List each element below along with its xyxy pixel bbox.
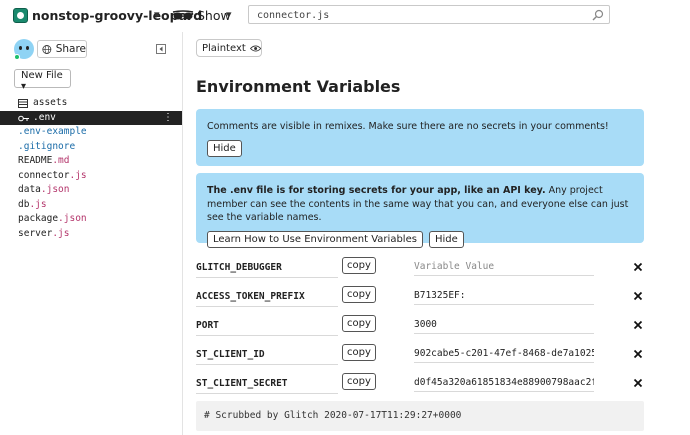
copy-button[interactable]: copy: [342, 344, 376, 361]
file-extension: .js: [52, 227, 70, 239]
file-name: connector: [18, 169, 70, 181]
project-menu-chevron-down-icon[interactable]: ▾: [154, 8, 160, 21]
env-notice-text: The .env file is for storing secrets for…: [207, 184, 633, 225]
env-variable-value-input[interactable]: [414, 345, 594, 363]
env-variable-name[interactable]: GLITCH_DEBUGGER: [196, 262, 338, 278]
file-item-package[interactable]: package.json: [0, 212, 182, 227]
env-variable-row: ST_CLIENT_ID copy: [196, 341, 644, 370]
sunglasses-icon[interactable]: [172, 8, 194, 22]
sidebar: Share New File ▾ assets .env ⋮ .env-exam…: [0, 32, 183, 435]
remove-variable-icon[interactable]: [633, 320, 643, 330]
file-name: server: [18, 227, 53, 239]
scrub-comment: # Scrubbed by Glitch 2020-07-17T11:29:27…: [196, 401, 644, 431]
file-item-server[interactable]: server.js: [0, 227, 182, 242]
env-editor: Plaintext Environment Variables Comments…: [184, 32, 690, 435]
globe-icon: [42, 44, 52, 54]
hide-comments-notice-button[interactable]: Hide: [207, 139, 242, 157]
copy-button[interactable]: copy: [342, 286, 376, 303]
file-item-connector[interactable]: connector.js: [0, 169, 182, 184]
file-item-db[interactable]: db.js: [0, 198, 182, 213]
file-item-readme[interactable]: README.md: [0, 154, 182, 169]
env-variable-value-input[interactable]: [414, 316, 594, 334]
folder-icon: [18, 99, 28, 108]
eye-icon: [249, 45, 261, 51]
share-label: Share: [55, 43, 86, 55]
learn-env-variables-button[interactable]: Learn How to Use Environment Variables: [207, 230, 423, 248]
file-options-icon[interactable]: ⋮: [163, 111, 173, 126]
top-bar: nonstop-groovy-leopard ▾ Show ▾: [0, 0, 690, 32]
file-name: .env-example: [18, 126, 87, 137]
search-icon[interactable]: [592, 9, 604, 21]
comments-notice-text: Comments are visible in remixes. Make su…: [207, 121, 609, 132]
env-notice-bold-text: The .env file is for storing secrets for…: [207, 185, 546, 196]
file-name: data: [18, 184, 41, 195]
online-status-dot: [14, 54, 20, 60]
page-title: Environment Variables: [196, 77, 401, 96]
plaintext-label: Plaintext: [202, 42, 246, 54]
file-name: assets: [33, 97, 68, 108]
env-variable-row: GLITCH_DEBUGGER copy: [196, 254, 644, 283]
key-icon: [18, 115, 29, 121]
collapse-sidebar-icon[interactable]: [156, 44, 166, 54]
new-file-label: New File: [21, 70, 63, 81]
copy-button[interactable]: copy: [342, 315, 376, 332]
file-item-gitignore[interactable]: .gitignore: [0, 140, 182, 155]
chevron-down-icon: ▾: [21, 81, 27, 92]
env-notice: The .env file is for storing secrets for…: [196, 173, 644, 248]
share-button[interactable]: Share: [37, 40, 87, 58]
env-variable-row: ST_CLIENT_SECRET copy: [196, 370, 644, 399]
show-menu-chevron-down-icon[interactable]: ▾: [226, 8, 232, 21]
file-list: assets .env ⋮ .env-example .gitignore RE…: [0, 96, 182, 241]
plaintext-button[interactable]: Plaintext: [196, 39, 262, 57]
env-variable-value-input[interactable]: [414, 374, 594, 392]
comments-notice: Comments are visible in remixes. Make su…: [196, 109, 644, 166]
file-name: README: [18, 155, 53, 166]
file-extension: .md: [52, 155, 70, 166]
search-box[interactable]: [248, 5, 610, 24]
env-variable-row: PORT copy: [196, 312, 644, 341]
hide-env-notice-button[interactable]: Hide: [428, 230, 464, 248]
env-variable-value-input[interactable]: [414, 287, 594, 305]
remove-variable-icon[interactable]: [633, 349, 643, 359]
env-variable-name[interactable]: ST_CLIENT_SECRET: [196, 378, 338, 394]
copy-button[interactable]: copy: [342, 373, 376, 390]
remove-variable-icon[interactable]: [633, 291, 643, 301]
copy-button[interactable]: copy: [342, 257, 376, 274]
env-variable-name[interactable]: PORT: [196, 320, 338, 336]
env-variable-value-input[interactable]: [414, 258, 594, 276]
file-item-env[interactable]: .env ⋮: [0, 110, 182, 126]
file-name: .gitignore: [18, 140, 76, 152]
remove-variable-icon[interactable]: [633, 378, 643, 388]
file-name: db: [18, 198, 30, 210]
search-input[interactable]: [257, 8, 587, 22]
env-variable-row: ACCESS_TOKEN_PREFIX copy: [196, 283, 644, 312]
project-logo-icon[interactable]: [13, 8, 28, 23]
file-extension: .js: [29, 198, 47, 210]
new-file-button[interactable]: New File ▾: [14, 69, 71, 92]
file-extension: .json: [58, 213, 87, 224]
file-item-env-example[interactable]: .env-example: [0, 125, 182, 140]
remove-variable-icon[interactable]: [633, 262, 643, 272]
file-item-assets[interactable]: assets: [0, 96, 182, 111]
env-variable-name[interactable]: ACCESS_TOKEN_PREFIX: [196, 291, 338, 307]
file-item-data[interactable]: data.json: [0, 183, 182, 198]
file-extension: .js: [69, 169, 87, 181]
env-variable-name[interactable]: ST_CLIENT_ID: [196, 349, 338, 365]
file-name: package: [18, 213, 59, 224]
file-name: .env: [33, 111, 56, 123]
file-extension: .json: [40, 184, 70, 195]
